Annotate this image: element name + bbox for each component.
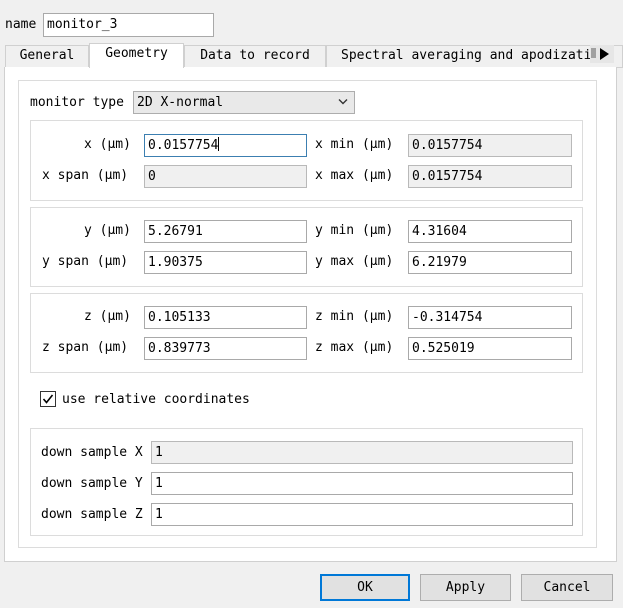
ok-button[interactable]: OK [320, 574, 410, 601]
x-value: 0.0157754 [148, 138, 219, 153]
monitor-type-label: monitor type [30, 95, 124, 110]
z-group [30, 293, 583, 373]
monitor-type-value: 2D X-normal [137, 95, 224, 110]
text-caret [218, 137, 220, 151]
x-min-input[interactable]: 0.0157754 [408, 134, 572, 157]
down-sample-z-label: down sample Z [41, 507, 143, 522]
z-label: z (μm) [84, 309, 131, 324]
z-input[interactable]: 0.105133 [144, 306, 307, 329]
z-span-label: z span (μm) [42, 340, 129, 355]
z-max-input[interactable]: 0.525019 [408, 337, 572, 360]
y-group [30, 207, 583, 287]
y-span-input[interactable]: 1.90375 [144, 251, 307, 274]
check-icon [42, 394, 54, 404]
tab-data-to-record[interactable]: Data to record [184, 45, 326, 67]
down-sample-x-label: down sample X [41, 445, 143, 460]
y-max-input[interactable]: 6.21979 [408, 251, 572, 274]
tab-geometry[interactable]: Geometry [89, 43, 184, 68]
z-min-input[interactable]: -0.314754 [408, 306, 572, 329]
x-max-label: x max (μm) [315, 168, 394, 183]
apply-button[interactable]: Apply [420, 574, 511, 601]
x-max-input[interactable]: 0.0157754 [408, 165, 572, 188]
y-label: y (μm) [84, 223, 131, 238]
down-sample-y-input[interactable]: 1 [151, 472, 573, 495]
x-input[interactable]: 0.0157754 [144, 134, 307, 157]
tab-spectral-averaging[interactable]: Spectral averaging and apodization [326, 45, 623, 67]
x-span-label: x span (μm) [42, 168, 129, 183]
z-min-label: z min (μm) [315, 309, 394, 324]
down-sample-y-label: down sample Y [41, 476, 143, 491]
relative-label[interactable]: use relative coordinates [62, 392, 250, 408]
x-min-label: x min (μm) [315, 137, 394, 152]
arrow-right-icon [600, 48, 609, 60]
chevron-down-icon [338, 99, 348, 105]
y-input[interactable]: 5.26791 [144, 220, 307, 243]
x-span-input[interactable]: 0 [144, 165, 307, 188]
y-min-label: y min (μm) [315, 223, 394, 238]
y-min-input[interactable]: 4.31604 [408, 220, 572, 243]
tab-scroll-left-stub [591, 48, 596, 58]
tab-general[interactable]: General [5, 45, 89, 67]
down-sample-z-input[interactable]: 1 [151, 503, 573, 526]
monitor-type-select[interactable]: 2D X-normal [133, 91, 355, 114]
x-label: x (μm) [84, 137, 131, 152]
y-span-label: y span (μm) [42, 254, 129, 269]
down-sample-x-input[interactable]: 1 [151, 441, 573, 464]
z-span-input[interactable]: 0.839773 [144, 337, 307, 360]
z-max-label: z max (μm) [315, 340, 394, 355]
relative-checkbox[interactable] [40, 391, 56, 407]
x-group [30, 120, 583, 201]
cancel-button[interactable]: Cancel [521, 574, 613, 601]
name-label: name [5, 17, 37, 32]
y-max-label: y max (μm) [315, 254, 394, 269]
tab-scroll-button[interactable] [590, 45, 614, 63]
name-input[interactable]: monitor_3 [43, 13, 214, 37]
